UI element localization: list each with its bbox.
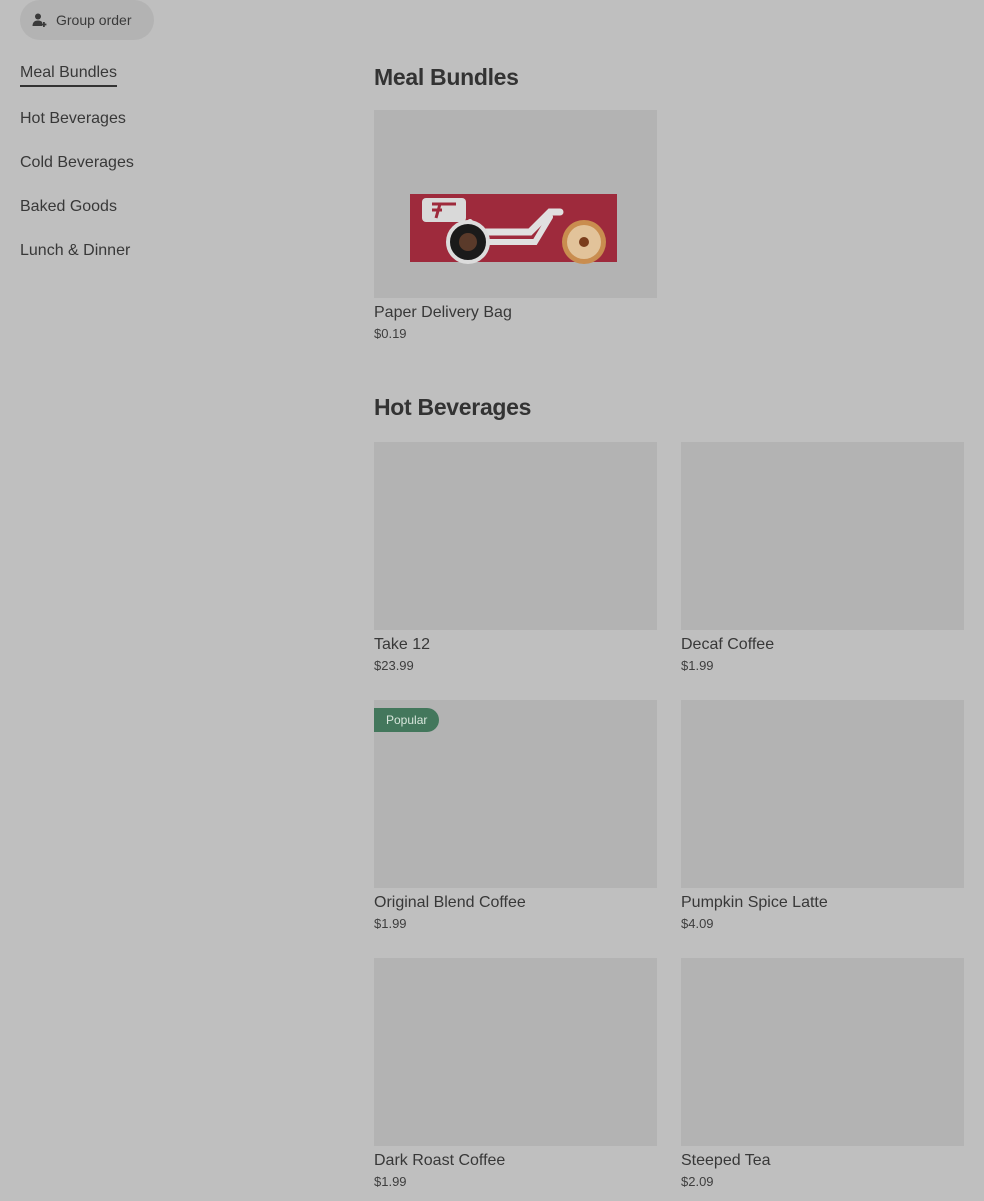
category-nav: Meal Bundles Hot Beverages Cold Beverage… [20, 62, 320, 284]
delivery-bike-icon [410, 194, 617, 264]
item-image [681, 958, 964, 1146]
item-price: $1.99 [374, 916, 407, 931]
nav-item-label: Baked Goods [20, 198, 117, 215]
item-price: $23.99 [374, 658, 414, 673]
item-price: $2.09 [681, 1174, 714, 1189]
item-name: Dark Roast Coffee [374, 1152, 506, 1169]
nav-item-label: Cold Beverages [20, 154, 134, 171]
item-image [374, 110, 657, 298]
menu-item-card[interactable]: Steeped Tea $2.09 [681, 958, 964, 1191]
nav-item-label: Lunch & Dinner [20, 242, 131, 259]
item-name: Paper Delivery Bag [374, 304, 512, 321]
nav-item-label: Hot Beverages [20, 110, 126, 127]
item-name: Original Blend Coffee [374, 894, 526, 911]
item-name: Pumpkin Spice Latte [681, 894, 828, 911]
menu-item-card[interactable]: Take 12 $23.99 [374, 442, 657, 675]
item-price: $0.19 [374, 326, 407, 341]
item-image [374, 442, 657, 630]
menu-item-card[interactable]: Dark Roast Coffee $1.99 [374, 958, 657, 1191]
nav-item-meal-bundles[interactable]: Meal Bundles [20, 62, 320, 108]
item-image: Popular [374, 700, 657, 888]
item-image [681, 700, 964, 888]
menu-item-card[interactable]: Decaf Coffee $1.99 [681, 442, 964, 675]
group-order-label: Group order [56, 12, 132, 28]
item-price: $1.99 [681, 658, 714, 673]
item-price: $1.99 [374, 1174, 407, 1189]
nav-item-lunch-dinner[interactable]: Lunch & Dinner [20, 240, 320, 284]
section-title-hot-beverages: Hot Beverages [374, 394, 532, 420]
section-title-meal-bundles: Meal Bundles [374, 64, 519, 90]
add-person-icon [32, 12, 48, 28]
item-name: Take 12 [374, 636, 431, 653]
menu-item-card[interactable]: Paper Delivery Bag $0.19 [374, 110, 657, 343]
menu-item-card[interactable]: Pumpkin Spice Latte $4.09 [681, 700, 964, 933]
nav-item-label: Meal Bundles [20, 62, 117, 87]
item-price: $4.09 [681, 916, 714, 931]
nav-item-baked-goods[interactable]: Baked Goods [20, 196, 320, 240]
nav-item-cold-beverages[interactable]: Cold Beverages [20, 152, 320, 196]
nav-item-hot-beverages[interactable]: Hot Beverages [20, 108, 320, 152]
menu-item-card[interactable]: Popular Original Blend Coffee $1.99 [374, 700, 657, 933]
item-image [681, 442, 964, 630]
item-name: Decaf Coffee [681, 636, 775, 653]
group-order-button[interactable]: Group order [20, 0, 154, 40]
item-image [374, 958, 657, 1146]
item-name: Steeped Tea [681, 1152, 771, 1169]
popular-badge: Popular [374, 708, 440, 732]
